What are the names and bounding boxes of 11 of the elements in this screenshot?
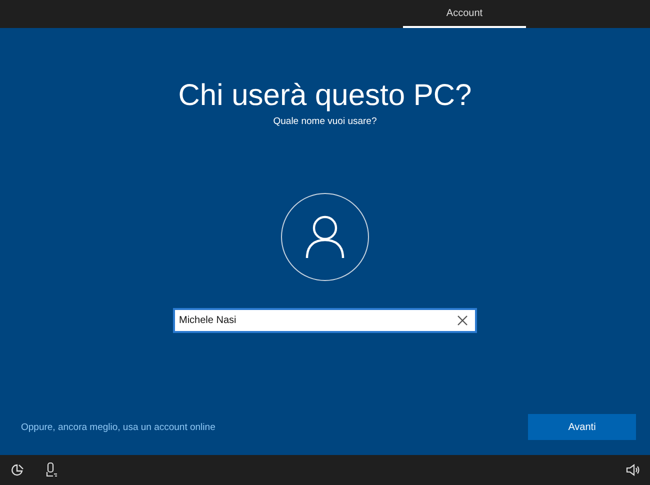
next-button[interactable]: Avanti: [528, 414, 636, 440]
page-title: Chi userà questo PC?: [178, 78, 472, 114]
accessibility-icon[interactable]: [10, 463, 24, 477]
microphone-icon[interactable]: [46, 462, 58, 478]
name-field[interactable]: Michele Nasi: [173, 308, 477, 333]
online-account-link[interactable]: Oppure, ancora meglio, usa un account online: [21, 422, 216, 432]
volume-icon[interactable]: [626, 464, 640, 476]
subtitle: Quale nome vuoi usare?: [273, 116, 377, 127]
user-avatar-icon: [281, 193, 369, 281]
clear-icon[interactable]: [457, 315, 468, 326]
account-tab[interactable]: Account: [403, 0, 526, 28]
